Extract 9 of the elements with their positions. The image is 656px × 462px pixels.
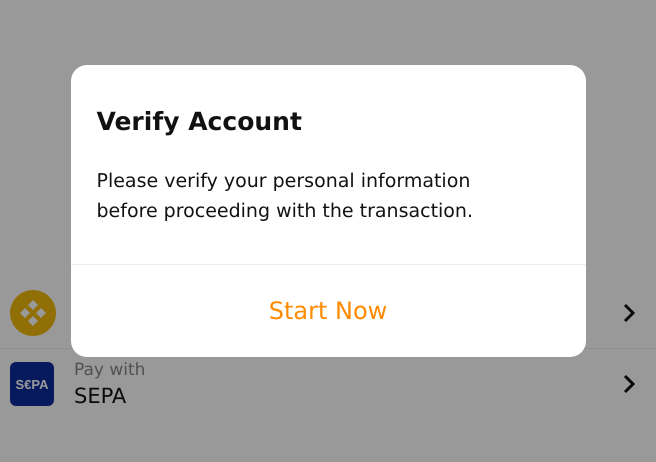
- dialog-title: Verify Account: [96, 107, 303, 136]
- method-name: SEPA: [74, 384, 128, 408]
- chevron-right-icon: [622, 302, 636, 324]
- method-caption: Pay with: [74, 360, 146, 380]
- dialog-message: Please verify your personal information before proceeding with the transaction.: [96, 169, 474, 224]
- coin-logo-icon: [10, 290, 56, 336]
- start-now-button[interactable]: Start Now: [70, 265, 586, 357]
- chevron-right-icon: [622, 373, 636, 395]
- sepa-logo: S€PA: [10, 362, 54, 406]
